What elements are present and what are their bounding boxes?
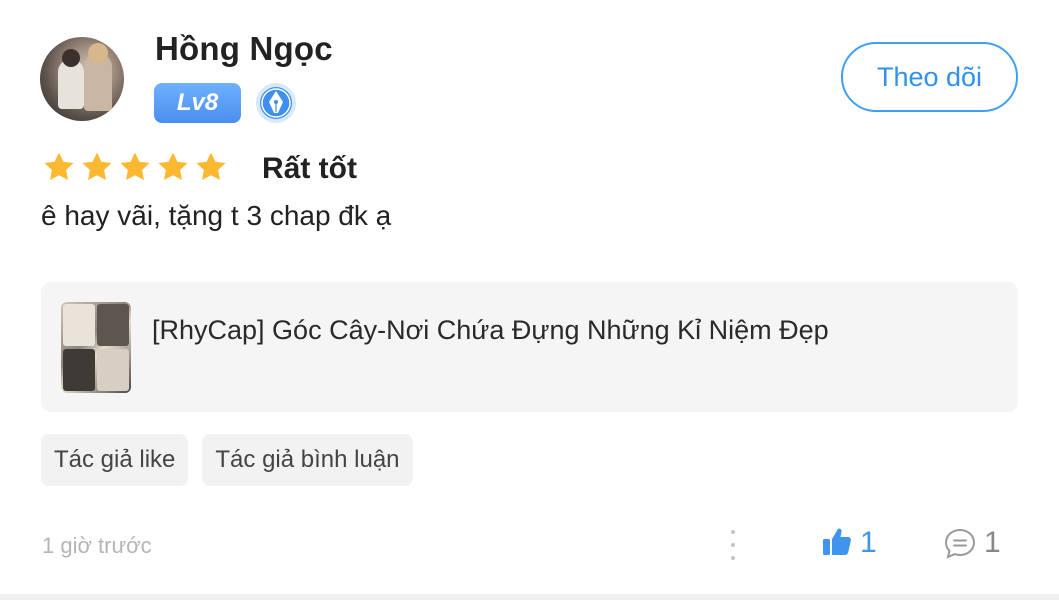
divider: [0, 594, 1059, 600]
star-rating: [42, 150, 228, 184]
star-icon: [120, 152, 150, 181]
like-count: 1: [860, 526, 877, 559]
comment-bubble-icon[interactable]: [942, 526, 978, 562]
thumbnail-panel: [97, 304, 129, 346]
work-cover-thumbnail: [61, 302, 131, 393]
avatar-figure: [62, 49, 80, 67]
tag-list: Tác giả like Tác giả bình luận: [41, 434, 413, 486]
work-title: [RhyCap] Góc Cây-Nơi Chứa Đựng Những Kỉ …: [152, 315, 829, 345]
follow-button[interactable]: Theo dõi: [841, 42, 1018, 112]
thumbnail-panel: [97, 349, 129, 391]
pen-nib-badge-icon: [256, 83, 296, 123]
star-icon: [82, 152, 112, 181]
review-comment: ê hay vãi, tặng t 3 chap đk ạ: [41, 200, 392, 231]
tag-author-liked: Tác giả like: [41, 434, 189, 486]
thumbs-up-icon[interactable]: [821, 526, 853, 558]
dot: [731, 530, 735, 534]
dot: [731, 556, 735, 560]
level-badge: Lv8: [154, 83, 241, 123]
more-options-icon[interactable]: [726, 530, 740, 560]
thumbnail-panel: [63, 304, 95, 346]
star-icon: [158, 152, 188, 181]
thumbnail-panel: [63, 349, 95, 391]
avatar-figure: [88, 43, 108, 63]
rating-label: Rất tốt: [262, 152, 357, 185]
tag-author-commented: Tác giả bình luận: [202, 434, 413, 486]
user-avatar[interactable]: [40, 37, 124, 121]
dot: [731, 543, 735, 547]
username[interactable]: Hồng Ngọc: [155, 30, 333, 68]
work-card[interactable]: [RhyCap] Góc Cây-Nơi Chứa Đựng Những Kỉ …: [41, 282, 1018, 412]
timestamp: 1 giờ trước: [42, 533, 152, 558]
star-icon: [44, 152, 74, 181]
comment-count: 1: [984, 526, 1001, 559]
star-icon: [196, 152, 226, 181]
